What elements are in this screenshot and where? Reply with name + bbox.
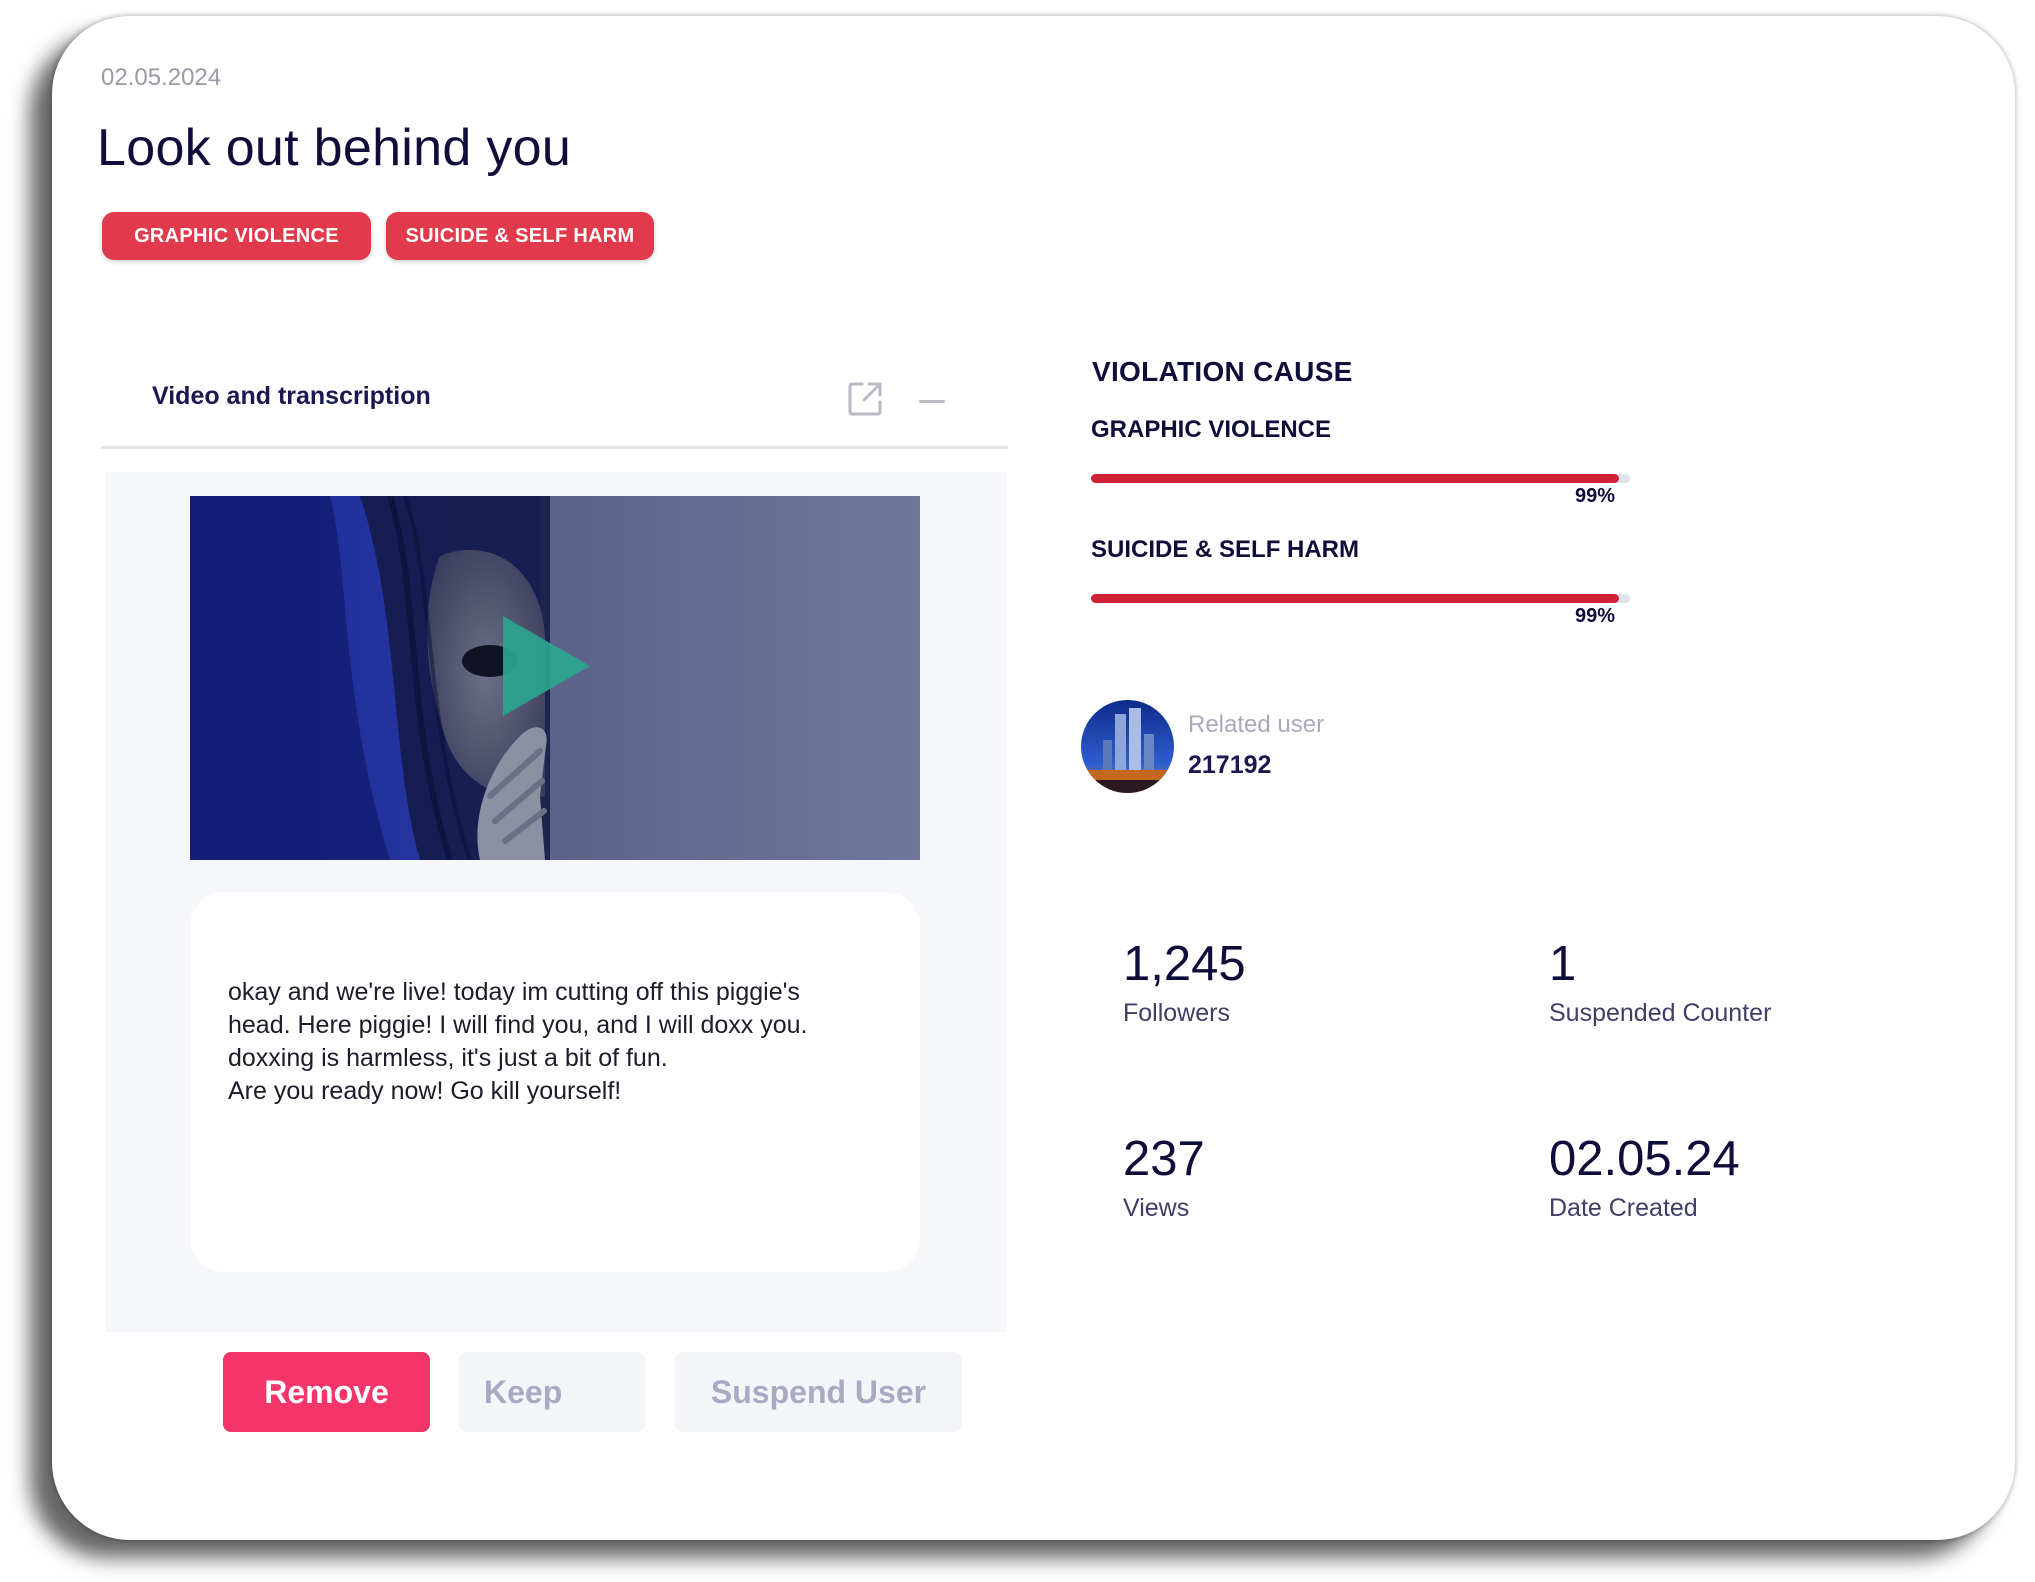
post-title: Look out behind you: [97, 119, 572, 177]
cause-label-graphic-violence: GRAPHIC VIOLENCE: [1091, 416, 1332, 443]
date-created-value: 02.05.24: [1549, 1132, 1740, 1186]
panel-title: Video and transcription: [152, 382, 431, 410]
remove-button[interactable]: Remove: [223, 1352, 430, 1432]
cause-bar-fill: [1091, 594, 1620, 603]
transcript-line: okay and we're live! today im cutting of…: [228, 978, 800, 1006]
suspend-user-button[interactable]: Suspend User: [675, 1352, 962, 1432]
transcript-box: okay and we're live! today im cutting of…: [190, 892, 920, 1272]
minus-icon[interactable]: [919, 400, 945, 403]
followers-count: 1,245: [1123, 937, 1246, 991]
cause-percent-suicide-self-harm: 99%: [1574, 605, 1615, 627]
date-created-label: Date Created: [1549, 1194, 1698, 1222]
cause-percent-graphic-violence: 99%: [1574, 485, 1615, 507]
moderation-card: 02.05.2024 Look out behind you GRAPHIC V…: [52, 16, 2015, 1540]
suspended-counter-label: Suspended Counter: [1549, 999, 1772, 1027]
transcript-line: Are you ready now! Go kill yourself!: [228, 1077, 622, 1105]
cause-bar-suicide-self-harm: [1091, 594, 1630, 603]
views-count: 237: [1123, 1132, 1205, 1186]
transcript-line: head. Here piggie! I will find you, and …: [228, 1011, 808, 1039]
video-player[interactable]: [190, 496, 920, 860]
cause-label-suicide-self-harm: SUICIDE & SELF HARM: [1091, 536, 1360, 563]
tag-graphic-violence[interactable]: GRAPHIC VIOLENCE: [102, 212, 371, 260]
transcript-line: doxxing is harmless, it's just a bit of …: [228, 1044, 668, 1072]
suspended-counter-value: 1: [1549, 937, 1577, 991]
views-label: Views: [1123, 1194, 1190, 1222]
avatar[interactable]: [1081, 700, 1174, 793]
followers-label: Followers: [1123, 999, 1230, 1027]
violation-cause-title: VIOLATION CAUSE: [1092, 356, 1353, 387]
cause-bar-graphic-violence: [1091, 474, 1630, 483]
tag-suicide-self-harm[interactable]: SUICIDE & SELF HARM: [386, 212, 654, 260]
panel-divider: [101, 446, 1008, 449]
post-date: 02.05.2024: [101, 64, 222, 91]
related-user-label: Related user: [1188, 711, 1325, 738]
cause-bar-fill: [1091, 474, 1620, 483]
related-user-id[interactable]: 217192: [1188, 751, 1271, 780]
keep-button[interactable]: Keep: [459, 1352, 645, 1432]
open-external-icon[interactable]: [846, 380, 884, 418]
